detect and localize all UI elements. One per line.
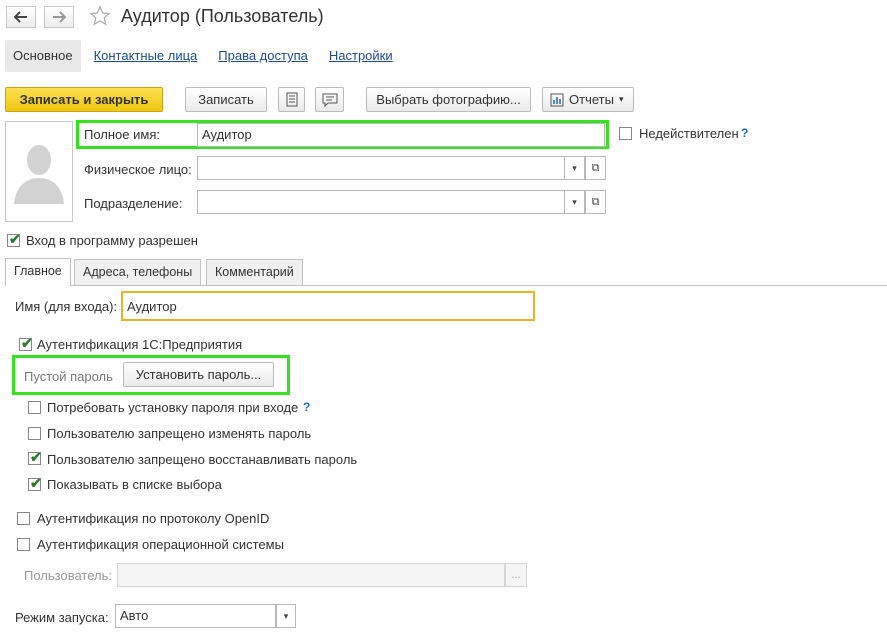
help-icon[interactable]: ? [303, 400, 310, 414]
checkmark-icon: ✔ [21, 335, 33, 351]
save-button[interactable]: Записать [185, 87, 267, 112]
tab-settings[interactable]: Настройки [321, 40, 401, 72]
inactive-checkbox[interactable] [619, 127, 632, 140]
show-in-list-label: Показывать в списке выбора [47, 477, 222, 492]
launch-mode-select[interactable]: Авто [115, 604, 276, 628]
forward-button[interactable] [44, 6, 74, 28]
choose-photo-label: Выбрать фотографию... [376, 92, 521, 107]
set-password-label: Установить пароль... [135, 367, 262, 382]
arrow-left-icon [14, 11, 27, 23]
window-title: Аудитор (Пользователь) [121, 6, 324, 26]
tab-access-rights[interactable]: Права доступа [210, 40, 316, 72]
tab-main[interactable]: Основное [5, 40, 81, 72]
form-tabs: Основное Контактные лица Права доступа Н… [5, 40, 406, 72]
inactive-label: Недействителен [639, 126, 739, 141]
chevron-down-icon: ▾ [572, 196, 577, 207]
os-user-select-button: ... [505, 563, 527, 587]
set-password-button[interactable]: Установить пароль... [123, 362, 274, 387]
chevron-down-icon: ▾ [283, 610, 289, 621]
auth-1c-checkbox[interactable]: ✔ [19, 335, 33, 351]
empty-password-label: Пустой пароль [24, 369, 113, 384]
checkmark-icon: ✔ [30, 449, 42, 465]
tab-panel-border [5, 285, 887, 286]
login-allowed-checkbox[interactable]: ✔ [7, 231, 21, 247]
department-open-button[interactable]: ⧉ [585, 190, 606, 214]
os-user-label: Пользователь: [24, 568, 112, 583]
list-view-button[interactable] [278, 87, 305, 112]
open-icon: ⧉ [591, 161, 600, 174]
checkmark-icon: ✔ [30, 475, 42, 491]
tab-addresses-phones[interactable]: Адреса, телефоны [74, 259, 202, 285]
deny-restore-password-checkbox[interactable]: ✔ [28, 449, 42, 465]
os-auth-checkbox[interactable] [17, 538, 30, 551]
reports-label: Отчеты [569, 92, 614, 107]
launch-mode-dropdown-button[interactable]: ▾ [276, 604, 296, 628]
choose-photo-button[interactable]: Выбрать фотографию... [366, 87, 531, 112]
report-icon [550, 93, 564, 106]
tab-contacts[interactable]: Контактные лица [86, 40, 206, 72]
login-name-label: Имя (для входа): [15, 299, 118, 314]
tab-general[interactable]: Главное [5, 258, 71, 286]
checkmark-icon: ✔ [9, 231, 21, 247]
openid-checkbox[interactable] [17, 512, 30, 525]
reports-button[interactable]: Отчеты ▾ [542, 87, 634, 112]
os-auth-label: Аутентификация операционной системы [37, 537, 284, 552]
speech-bubble-icon [322, 93, 337, 107]
person-dropdown-button[interactable]: ▾ [565, 156, 585, 180]
department-label: Подразделение: [84, 196, 183, 211]
save-label: Записать [198, 92, 254, 107]
tab-comment[interactable]: Комментарий [206, 259, 303, 285]
deny-change-password-label: Пользователю запрещено изменять пароль [47, 426, 312, 441]
login-allowed-label: Вход в программу разрешен [26, 233, 198, 248]
auth-1c-label: Аутентификация 1С:Предприятия [37, 337, 243, 352]
deny-restore-password-label: Пользователю запрещено восстанавливать п… [47, 452, 358, 467]
save-and-close-label: Записать и закрыть [19, 92, 149, 107]
chevron-down-icon: ▾ [572, 162, 577, 173]
person-label: Физическое лицо: [84, 162, 192, 177]
deny-change-password-checkbox[interactable] [28, 427, 41, 440]
openid-label: Аутентификация по протоколу OpenID [37, 511, 270, 526]
require-password-checkbox[interactable] [28, 401, 41, 414]
show-in-list-checkbox[interactable]: ✔ [28, 475, 42, 491]
avatar-icon [14, 145, 64, 204]
department-input[interactable] [197, 190, 565, 214]
favorite-star-icon[interactable] [89, 5, 111, 30]
user-photo[interactable] [5, 121, 73, 222]
person-input[interactable] [197, 156, 565, 180]
more-icon: ... [511, 569, 521, 581]
arrow-right-icon [53, 11, 66, 23]
chevron-down-icon: ▾ [618, 94, 624, 104]
save-and-close-button[interactable]: Записать и закрыть [5, 87, 163, 112]
launch-mode-label: Режим запуска: [15, 610, 109, 625]
login-name-input[interactable]: Аудитор [121, 291, 535, 321]
comment-button[interactable] [315, 87, 344, 112]
document-list-icon [286, 92, 297, 107]
person-open-button[interactable]: ⧉ [585, 156, 606, 180]
full-name-label: Полное имя: [84, 127, 160, 142]
os-user-input [117, 563, 505, 587]
back-button[interactable] [6, 6, 36, 28]
help-icon[interactable]: ? [741, 126, 748, 140]
require-password-label: Потребовать установку пароля при входе [47, 400, 299, 415]
department-dropdown-button[interactable]: ▾ [565, 190, 585, 214]
open-icon: ⧉ [591, 195, 600, 208]
full-name-input[interactable]: Аудитор [197, 123, 605, 147]
